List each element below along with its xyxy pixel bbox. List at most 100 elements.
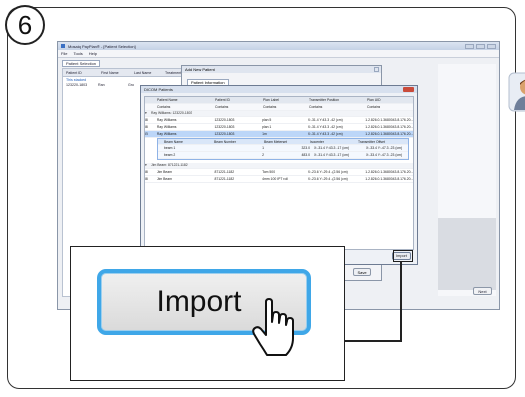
next-button[interactable]: Next (473, 287, 492, 295)
col-patient-name[interactable]: Patient Name (157, 98, 215, 102)
filter-cell[interactable]: Contains (367, 105, 380, 109)
cell: Ray Williams (156, 125, 177, 130)
cell: 2 (262, 152, 264, 157)
filter-cell[interactable]: Contains (263, 105, 309, 109)
col-plan-uid[interactable]: Plan UID (367, 98, 381, 102)
cell: Ray Williams (156, 118, 177, 123)
table-row-selected[interactable]: ⊟ Ray Williams 123220-1803 1m X:-31.4 Y:… (145, 130, 413, 138)
filter-cell[interactable]: Contains (309, 105, 367, 109)
filter-row: Contains Contains Contains Contains Cont… (145, 103, 413, 111)
patient-avatar-icon (508, 72, 525, 112)
cell: Tom 500 (262, 170, 276, 175)
hand-cursor-icon (252, 298, 294, 356)
cell: 123220-1803 (214, 131, 235, 136)
col-isocenter[interactable]: Isocenter (310, 140, 358, 144)
col-patient-id[interactable]: Patient ID (215, 98, 263, 102)
dicom-grid: Patient Name Patient ID Plan Label Trans… (144, 96, 414, 250)
expand-icon[interactable]: ⊞ (145, 118, 157, 122)
collapse-icon[interactable]: ⊟ (145, 132, 157, 136)
group-row[interactable]: ▾ Jim Beam: 871221-1182 (145, 162, 413, 170)
cell: 323.0 (301, 146, 311, 151)
cell: 1.2.826.0.1.3680043.8.176.20... (365, 118, 413, 123)
cell: 871221-1182 (214, 177, 235, 182)
filter-cell[interactable]: Contains (215, 105, 263, 109)
dicom-dialog-title: DICOM Patients (141, 86, 417, 93)
cell: beam 2 (164, 152, 176, 157)
callout-connector (345, 340, 402, 342)
expand-icon[interactable]: ⊞ (145, 125, 157, 129)
cell: Ray Williams (156, 131, 177, 136)
cell: 483.0 (301, 152, 311, 157)
menu-tools[interactable]: Tools (73, 51, 82, 56)
cell: X:-33.4 Y:-47.3 -23 (cm) (366, 146, 403, 151)
filter-cell[interactable]: Contains (157, 105, 215, 109)
dicom-patients-dialog: DICOM Patients Patient Name Patient ID P… (140, 85, 418, 265)
grid-header: Patient Name Patient ID Plan Label Trans… (145, 97, 413, 104)
cell: beam 1 (164, 146, 176, 151)
col-beam-meterset[interactable]: Beam Meterset (264, 140, 310, 144)
cell: 871221-1182 (214, 170, 235, 175)
group-label: Jim Beam: 871221-1182 (151, 163, 188, 168)
col-last-name[interactable]: Last Name (131, 71, 162, 75)
cell: X:-31.4 Y:43.3 -42 (cm) (307, 131, 343, 136)
group-row[interactable]: ▾ Ray Williams: 123220-1803 (145, 110, 413, 118)
expand-icon[interactable]: ⊞ (145, 170, 157, 174)
col-treatments[interactable]: Treatments (162, 71, 183, 75)
step-number-badge: 6 (5, 5, 45, 45)
cell: 4mm 100 IPT roll (262, 177, 288, 182)
menu-bar: File Tools Help (58, 50, 499, 58)
cell: X:-31.4 Y:43.3 -17 (cm) (314, 152, 349, 157)
cell: X:-33.4 Y:-47.3 -23 (cm) (366, 152, 403, 157)
close-icon[interactable] (374, 67, 379, 72)
import-highlight-box (393, 250, 413, 262)
cell: plan 5 (262, 118, 272, 123)
minimize-button[interactable] (465, 43, 474, 49)
cell: Jim Beam (156, 170, 172, 175)
cell: X:-31.4 Y:43.3 -42 (cm) (307, 125, 343, 130)
close-icon[interactable] (403, 87, 414, 92)
cell: 123220-1803 (214, 118, 235, 123)
col-plan-label[interactable]: Plan Label (263, 98, 309, 102)
col-first-name[interactable]: First Name (98, 71, 131, 75)
beam-row[interactable]: beam 2 2 483.0 X:-31.4 Y:43.3 -17 (cm) X… (158, 152, 408, 159)
details-panel (438, 218, 496, 290)
last-name-cell: Gro (128, 83, 134, 87)
table-row[interactable]: ⊞ Ray Williams 123220-1803 plan 1 X:-31.… (145, 124, 413, 131)
col-transmitter-position[interactable]: Transmitter Position (309, 98, 367, 102)
app-icon (61, 44, 65, 48)
window-title-bar: Mosaiq PayPlan® - [Patient Selection] (58, 42, 499, 50)
beam-subtable: Beam Name Beam Number Beam Meterset Isoc… (157, 137, 409, 160)
cell: Jim Beam (156, 177, 172, 182)
menu-help[interactable]: Help (89, 51, 97, 56)
save-button[interactable]: Save (353, 268, 371, 276)
col-beam-number[interactable]: Beam Number (214, 140, 264, 144)
window-controls (465, 43, 496, 49)
cell: 1.2.826.0.1.3680043.8.176.20... (365, 131, 413, 136)
beam-row[interactable]: beam 1 1 323.0 X:-31.4 Y:43.3 -17 (cm) X… (158, 145, 408, 152)
beam-header: Beam Name Beam Number Beam Meterset Isoc… (158, 138, 408, 146)
window-title: Mosaiq PayPlan® - [Patient Selection] (68, 43, 136, 49)
menu-file[interactable]: File (61, 51, 67, 56)
group-label: Ray Williams: 123220-1803 (151, 111, 193, 116)
close-button[interactable] (487, 43, 496, 49)
col-beam-name[interactable]: Beam Name (158, 140, 214, 144)
maximize-button[interactable] (476, 43, 485, 49)
cell: 1 (262, 146, 264, 151)
cell: 1m (262, 131, 267, 136)
col-patient-id[interactable]: Patient ID (63, 71, 98, 75)
expand-icon[interactable]: ⊞ (145, 177, 157, 181)
tab-patient-selection[interactable]: Patient Selection (62, 60, 101, 67)
cell: X:-31.4 Y:43.3 -17 (cm) (314, 146, 349, 151)
table-row[interactable]: ⊞ Jim Beam 871221-1182 Tom 500 X:-23.6 Y… (145, 169, 413, 177)
col-transmitter-offset[interactable]: Transmitter Offset (358, 140, 385, 144)
patient-id-cell: 123220-1803 (66, 83, 88, 87)
table-row[interactable]: ⊞ Jim Beam 871221-1182 4mm 100 IPT roll … (145, 176, 413, 183)
cell: 1.2.826.0.1.3680043.8.176.20... (365, 177, 413, 182)
cell: plan 1 (262, 125, 272, 130)
table-row[interactable]: ⊞ Ray Williams 123220-1803 plan 5 X:-31.… (145, 117, 413, 125)
cell: 1.2.826.0.1.3680043.8.176.20... (365, 170, 413, 175)
cell: X:-23.6 Y:-29.4 -(2.56 (cm) (307, 170, 348, 175)
cell: 1.2.826.0.1.3680043.8.176.20... (365, 125, 413, 130)
first-name-cell: Ran (98, 83, 105, 87)
cell: X:-23.6 Y:-29.4 -(2.56 (cm) (307, 177, 348, 182)
